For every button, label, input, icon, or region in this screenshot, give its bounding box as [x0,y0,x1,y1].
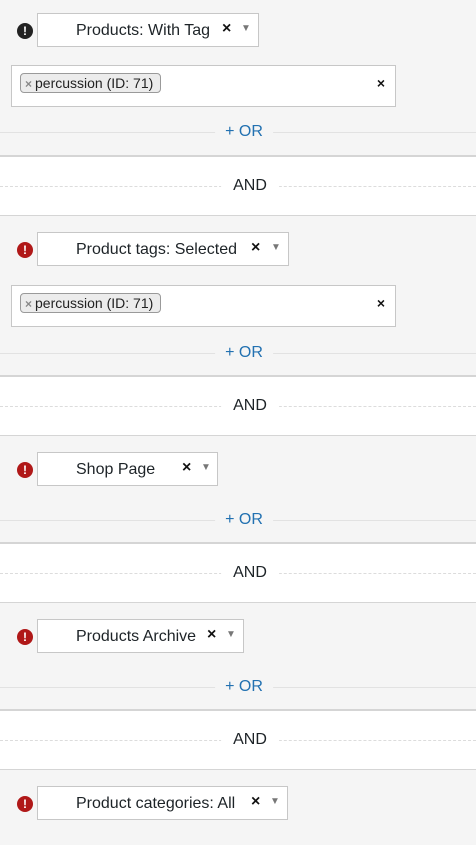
rule-row-2: ! Product tags: Selected × ▼ [0,232,476,268]
value-chip: × percussion (ID: 71) [20,73,162,93]
add-or-button[interactable]: + OR [215,678,273,696]
rule-select-label: Products: With Tag [76,22,210,39]
chip-label: percussion (ID: 71) [35,295,154,311]
chevron-down-icon[interactable]: ▼ [270,796,280,807]
add-or-button[interactable]: + OR [215,123,273,141]
and-label: AND [221,177,279,195]
remove-chip-icon[interactable]: × [25,77,32,91]
or-row-4: + OR [0,677,476,697]
add-or-button[interactable]: + OR [215,511,273,529]
chevron-down-icon[interactable]: ▼ [271,242,281,253]
clear-icon[interactable]: × [182,459,191,477]
value-chip: × percussion (ID: 71) [20,293,162,313]
chevron-down-icon[interactable]: ▼ [241,23,251,34]
rule-row-1: ! Products: With Tag × ▼ [0,13,476,49]
rule-select-label: Product tags: Selected [76,241,237,258]
and-separator-1: AND [0,155,476,216]
clear-icon[interactable]: × [251,793,260,811]
and-label: AND [221,731,279,749]
add-or-button[interactable]: + OR [215,344,273,362]
rule-select-3[interactable]: Shop Page × ▼ [37,452,218,486]
or-row-2: + OR [0,343,476,363]
rule-select-4[interactable]: Products Archive × ▼ [37,619,244,653]
warning-icon: ! [17,796,33,812]
and-separator-3: AND [0,542,476,603]
clear-values-icon[interactable]: × [377,295,385,311]
rule-row-5: ! Product categories: All × ▼ [0,786,476,822]
value-multiselect-2[interactable]: × percussion (ID: 71) × [11,285,396,327]
clear-icon[interactable]: × [222,20,231,38]
clear-icon[interactable]: × [207,626,216,644]
and-label: AND [221,397,279,415]
clear-values-icon[interactable]: × [377,75,385,91]
clear-icon[interactable]: × [251,239,260,257]
and-separator-2: AND [0,375,476,436]
rule-select-label: Product categories: All [76,795,236,812]
warning-icon: ! [17,462,33,478]
remove-chip-icon[interactable]: × [25,297,32,311]
chevron-down-icon[interactable]: ▼ [201,462,211,473]
value-multiselect-1[interactable]: × percussion (ID: 71) × [11,65,396,107]
or-row-3: + OR [0,510,476,530]
rule-row-3: ! Shop Page × ▼ [0,452,476,488]
rule-select-5[interactable]: Product categories: All × ▼ [37,786,288,820]
chip-label: percussion (ID: 71) [35,75,154,91]
warning-icon: ! [17,242,33,258]
and-label: AND [221,564,279,582]
rule-select-2[interactable]: Product tags: Selected × ▼ [37,232,289,266]
rule-select-label: Shop Page [76,461,156,478]
or-row-1: + OR [0,122,476,142]
and-separator-4: AND [0,709,476,770]
chevron-down-icon[interactable]: ▼ [226,629,236,640]
rule-select-1[interactable]: Products: With Tag × ▼ [37,13,259,47]
rule-row-4: ! Products Archive × ▼ [0,619,476,655]
warning-icon: ! [17,23,33,39]
warning-icon: ! [17,629,33,645]
rule-select-label: Products Archive [76,628,197,645]
